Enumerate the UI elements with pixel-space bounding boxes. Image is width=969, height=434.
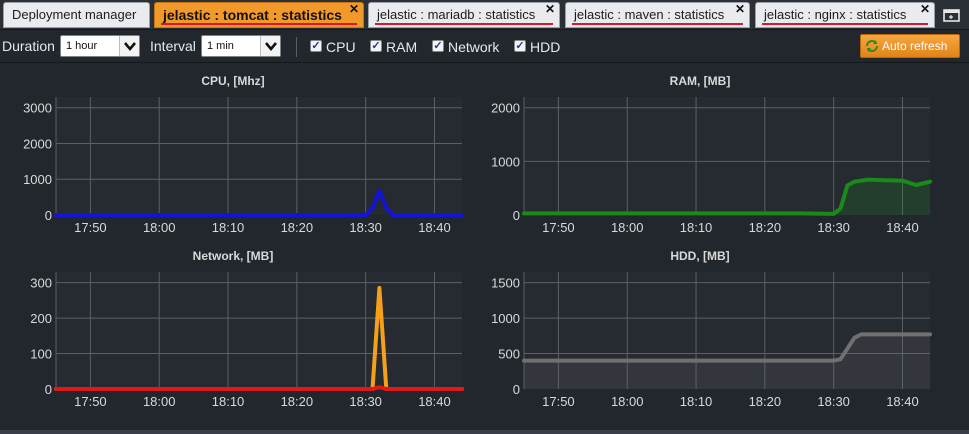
ram-y-tick-label: 0 [513, 208, 520, 223]
auto-refresh-button[interactable]: Auto refresh [860, 34, 960, 58]
ram-chart-title: RAM, [MB] [670, 74, 731, 88]
tab-maven-statistics[interactable]: jelastic : maven : statistics ✕ [565, 2, 750, 28]
network-x-tick-label: 18:00 [143, 394, 176, 409]
close-icon[interactable]: ✕ [734, 3, 746, 16]
ram-y-tick-label: 1000 [491, 154, 520, 169]
cpu-y-tick-label: 3000 [23, 101, 52, 116]
cpu-y-tick-label: 1000 [23, 172, 52, 187]
network-y-tick-label: 300 [30, 276, 52, 291]
network-x-tick-label: 18:10 [212, 394, 245, 409]
hdd-x-tick-label: 18:00 [611, 394, 644, 409]
hdd-x-tick-label: 18:10 [680, 394, 713, 409]
tab-label: jelastic : mariadb : statistics [377, 7, 536, 22]
network-checkbox[interactable]: ✓ [432, 40, 444, 52]
close-icon[interactable]: ✕ [919, 3, 931, 16]
interval-value: 1 min [207, 40, 234, 52]
tab-underline [375, 23, 553, 25]
ram-x-tick-label: 18:00 [611, 220, 644, 235]
auto-refresh-label: Auto refresh [882, 39, 948, 53]
ram-checkbox-label[interactable]: RAM [386, 39, 417, 55]
network-y-tick-label: 0 [45, 382, 52, 397]
tab-tomcat-statistics[interactable]: jelastic : tomcat : statistics ✕ [154, 2, 364, 28]
cpu-chart: CPU, [Mhz] 17:50 18:00 18:10 18:20 18:30 18:40… [23, 74, 932, 409]
ram-x-tick-label: 18:40 [886, 220, 919, 235]
hdd-y-tick-label: 1500 [491, 276, 520, 291]
close-icon[interactable]: ✕ [348, 3, 360, 16]
network-x-tick-label: 18:40 [418, 394, 451, 409]
hdd-x-tick-label: 18:20 [749, 394, 782, 409]
hdd-checkbox-label[interactable]: HDD [530, 39, 560, 55]
network-plot-area [56, 272, 462, 389]
tab-bar: Deployment manager jelastic : tomcat : s… [0, 0, 969, 30]
cpu-x-tick-label: 18:20 [281, 220, 314, 235]
hdd-checkbox[interactable]: ✓ [514, 40, 526, 52]
tab-mariadb-statistics[interactable]: jelastic : mariadb : statistics ✕ [368, 2, 560, 28]
cpu-y-tick-label: 0 [45, 208, 52, 223]
chevron-down-icon[interactable] [119, 36, 139, 56]
close-icon[interactable]: ✕ [544, 3, 556, 16]
cpu-plot-area [56, 97, 462, 215]
tab-label: jelastic : maven : statistics [574, 7, 725, 22]
statistics-charts: CPU, [Mhz] 17:50 18:00 18:10 18:20 18:30 18:40… [0, 64, 969, 430]
cpu-chart-group: CPU, [Mhz] 17:50 18:00 18:10 18:20 18:30 18:40… [23, 74, 464, 235]
network-x-tick-label: 17:50 [74, 394, 107, 409]
hdd-y-tick-label: 500 [498, 347, 520, 362]
tab-underline [762, 23, 928, 25]
duration-select[interactable]: 1 hour [60, 35, 140, 57]
tab-underline [161, 23, 357, 25]
toolbar-divider [296, 37, 297, 57]
cpu-x-tick-label: 17:50 [74, 220, 107, 235]
hdd-x-tick-label: 18:30 [817, 394, 850, 409]
hdd-x-tick-label: 18:40 [886, 394, 919, 409]
cpu-chart-title: CPU, [Mhz] [201, 74, 264, 88]
cpu-x-tick-label: 18:30 [349, 220, 382, 235]
tab-underline [572, 23, 743, 25]
network-checkbox-label[interactable]: Network [448, 39, 499, 55]
tab-deployment-manager[interactable]: Deployment manager [3, 2, 150, 28]
tab-nginx-statistics[interactable]: jelastic : nginx : statistics ✕ [755, 2, 935, 28]
tab-label: Deployment manager [12, 7, 137, 22]
cpu-x-tick-label: 18:40 [418, 220, 451, 235]
hdd-y-tick-label: 1000 [491, 311, 520, 326]
cpu-x-tick-label: 18:10 [212, 220, 245, 235]
network-chart-title: Network, [MB] [193, 249, 274, 263]
network-y-tick-label: 200 [30, 311, 52, 326]
cpu-checkbox-label[interactable]: CPU [326, 39, 356, 55]
tab-label: jelastic : tomcat : statistics [163, 7, 342, 23]
cpu-checkbox[interactable]: ✓ [310, 40, 322, 52]
bottom-bar [0, 430, 969, 434]
refresh-icon [866, 40, 878, 52]
interval-label: Interval [150, 38, 196, 54]
hdd-chart-title: HDD, [MB] [670, 249, 729, 263]
network-chart-group: Network, [MB] 17:50 18:00 18:10 18:20 18:30 18… [30, 249, 464, 409]
network-x-tick-label: 18:30 [349, 394, 382, 409]
ram-checkbox[interactable]: ✓ [370, 40, 382, 52]
hdd-y-tick-label: 0 [513, 382, 520, 397]
ram-x-tick-label: 18:30 [817, 220, 850, 235]
cpu-x-tick-label: 18:00 [143, 220, 176, 235]
network-y-tick-label: 100 [30, 347, 52, 362]
cpu-y-tick-label: 2000 [23, 136, 52, 151]
tab-label: jelastic : nginx : statistics [764, 7, 907, 22]
interval-select[interactable]: 1 min [201, 35, 281, 57]
ram-x-tick-label: 18:20 [749, 220, 782, 235]
ram-chart-group: RAM, [MB] 17:50 18:00 18:10 18:20 18:30 18:40 0… [491, 74, 932, 235]
ram-y-tick-label: 2000 [491, 101, 520, 116]
hdd-x-tick-label: 17:50 [542, 394, 575, 409]
duration-value: 1 hour [66, 40, 98, 52]
hdd-chart-group: HDD, [MB] 17:50 18:00 18:10 18:20 18:30 18:40 0… [491, 249, 932, 409]
duration-label: Duration [2, 38, 55, 54]
statistics-toolbar: Duration 1 hour Interval 1 min ✓ CPU ✓ R… [0, 31, 969, 63]
restore-window-icon[interactable] [941, 4, 963, 26]
network-x-tick-label: 18:20 [281, 394, 314, 409]
ram-x-tick-label: 17:50 [542, 220, 575, 235]
ram-x-tick-label: 18:10 [680, 220, 713, 235]
chevron-down-icon[interactable] [260, 36, 280, 56]
network-series-line-1 [54, 385, 464, 391]
